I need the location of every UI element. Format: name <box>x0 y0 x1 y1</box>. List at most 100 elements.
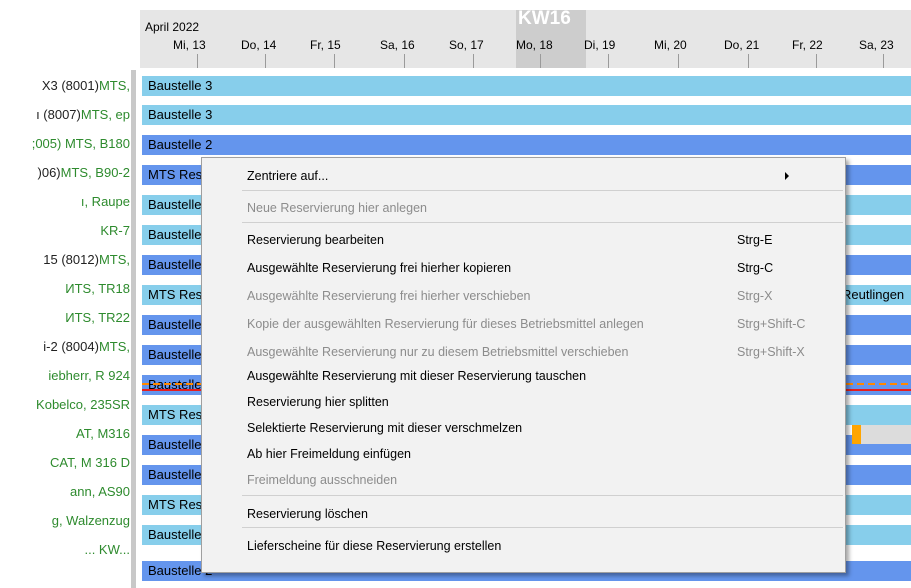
resource-id: X3 (8001) <box>41 78 99 93</box>
day-label: Do, 21 <box>724 38 760 52</box>
day-label: Sa, 16 <box>380 38 415 52</box>
menu-item-label: Zentriere auf... <box>247 169 329 183</box>
reservation-label: Baustelle 3 <box>148 78 213 93</box>
menu-separator <box>242 222 843 223</box>
resource-name: MTS, ep <box>80 107 130 122</box>
context-menu: Zentriere auf... Neue Reservierung hier a… <box>201 157 846 573</box>
reservation-label: Baustelle <box>148 317 202 332</box>
week-label: KW16 <box>518 8 571 29</box>
day-label: Fr, 15 <box>310 38 341 52</box>
menu-item[interactable]: Ab hier Freimeldung einfügen <box>247 442 845 466</box>
day-tick <box>678 54 679 68</box>
menu-item[interactable]: Lieferscheine für diese Reservierung ers… <box>247 534 845 558</box>
day-label: Mo, 18 <box>516 38 553 52</box>
menu-item-shortcut: Strg-C <box>737 261 774 275</box>
menu-item[interactable]: Reservierung bearbeiten Strg-E <box>247 228 845 252</box>
menu-item[interactable]: Zentriere auf... <box>247 164 845 188</box>
menu-item[interactable]: Ausgewählte Reservierung frei hierher ko… <box>247 256 845 280</box>
menu-item[interactable]: Ausgewählte Reservierung mit dieser Rese… <box>247 364 845 388</box>
day-tick <box>334 54 335 68</box>
panel-splitter[interactable] <box>131 70 136 588</box>
reservation-bar[interactable]: Baustelle 2 <box>142 135 911 155</box>
menu-item-shortcut: Strg+Shift-X <box>737 345 805 359</box>
reservation-label: Baustelle 3 <box>148 107 213 122</box>
reservation-label: Baustelle <box>148 347 202 362</box>
resource-row[interactable]: ;005) MTS, B180 <box>0 130 130 157</box>
resource-name: iebherr, R 924 <box>48 368 130 383</box>
day-label: So, 17 <box>449 38 484 52</box>
resource-id: 15 (8012) <box>43 252 99 267</box>
resource-row[interactable]: Kobelco, 235SR <box>0 391 130 418</box>
day-tick <box>404 54 405 68</box>
resource-row[interactable]: AT, M316 <box>0 420 130 447</box>
resource-name: AT, M316 <box>76 426 130 441</box>
resource-name: ı, Raupe <box>80 194 130 209</box>
resource-id: i-2 (8004) <box>43 339 99 354</box>
resource-name: Kobelco, 235SR <box>36 397 130 412</box>
resource-row[interactable]: 15 (8012) MTS, <box>0 246 130 273</box>
menu-separator <box>242 190 843 191</box>
menu-item: Freimeldung ausschneiden <box>247 468 845 492</box>
reservation-bar[interactable]: Baustelle 3 <box>142 76 911 96</box>
reservation-bar[interactable]: Baustelle 3 <box>142 105 911 125</box>
day-label: Sa, 23 <box>859 38 894 52</box>
resource-row[interactable]: ı, Raupe <box>0 188 130 215</box>
submenu-arrow-icon <box>785 172 789 180</box>
menu-item-label: Freimeldung ausschneiden <box>247 473 398 487</box>
resource-name: MTS, <box>98 78 130 93</box>
menu-item-label: Ausgewählte Reservierung nur zu diesem B… <box>247 345 629 359</box>
resource-row[interactable]: g, Walzenzug <box>0 507 130 534</box>
resource-row[interactable]: CAT, M 316 D <box>0 449 130 476</box>
resource-name: MTS, B90-2 <box>60 165 130 180</box>
resource-row[interactable]: ИTS, TR22 <box>0 304 130 331</box>
menu-item-label: Reservierung bearbeiten <box>247 233 384 247</box>
day-label: Do, 14 <box>241 38 277 52</box>
resource-row[interactable]: ... KW... <box>0 536 130 563</box>
menu-item-label: Ausgewählte Reservierung frei hierher ko… <box>247 261 512 275</box>
resource-row[interactable]: i-2 (8004) MTS, <box>0 333 130 360</box>
menu-item[interactable]: Selektierte Reservierung mit dieser vers… <box>247 416 845 440</box>
menu-item: Ausgewählte Reservierung nur zu diesem B… <box>247 340 845 364</box>
menu-item-label: Neue Reservierung hier anlegen <box>247 201 427 215</box>
resource-row[interactable]: ИTS, TR18 <box>0 275 130 302</box>
menu-item-shortcut: Strg+Shift-C <box>737 317 806 331</box>
resource-name: ;005) MTS, B180 <box>31 136 130 151</box>
day-tick <box>197 54 198 68</box>
day-tick <box>748 54 749 68</box>
reservation-location: Reutlingen <box>842 287 905 302</box>
resource-row[interactable]: KR-7 <box>0 217 130 244</box>
day-tick <box>883 54 884 68</box>
menu-item[interactable]: Reservierung hier splitten <box>247 390 845 414</box>
reservation-label: Baustelle 2 <box>148 137 213 152</box>
day-tick <box>540 54 541 68</box>
resource-row[interactable]: X3 (8001) MTS, <box>0 72 130 99</box>
menu-separator <box>242 527 843 528</box>
day-label: Mi, 13 <box>173 38 206 52</box>
resource-name: MTS, <box>98 339 130 354</box>
resource-name: g, Walzenzug <box>51 513 130 528</box>
menu-item-label: Lieferscheine für diese Reservierung ers… <box>247 539 502 553</box>
grey-block <box>861 425 911 444</box>
resource-name: ann, AS90 <box>70 484 130 499</box>
menu-item: Neue Reservierung hier anlegen <box>247 196 845 220</box>
orange-block <box>852 425 861 444</box>
resource-row[interactable]: ı (8007) MTS, ep <box>0 101 130 128</box>
resource-row[interactable]: )06) MTS, B90-2 <box>0 159 130 186</box>
resource-row[interactable]: ann, AS90 <box>0 478 130 505</box>
day-label: Mi, 20 <box>654 38 687 52</box>
day-tick <box>816 54 817 68</box>
resource-id: ı (8007) <box>36 107 81 122</box>
menu-item-label: Ab hier Freimeldung einfügen <box>247 447 411 461</box>
resource-name: ИTS, TR22 <box>65 310 130 325</box>
resource-name: MTS, <box>98 252 130 267</box>
reservation-label: Baustelle <box>148 257 202 272</box>
reservation-label: Baustelle <box>148 227 202 242</box>
menu-item[interactable]: Reservierung löschen <box>247 502 845 526</box>
month-label: April 2022 <box>145 20 200 34</box>
day-tick <box>608 54 609 68</box>
resource-name: KR-7 <box>100 223 130 238</box>
menu-item-shortcut: Strg-E <box>737 233 773 247</box>
resource-id: )06) <box>37 165 61 180</box>
resource-row[interactable]: iebherr, R 924 <box>0 362 130 389</box>
day-tick <box>265 54 266 68</box>
